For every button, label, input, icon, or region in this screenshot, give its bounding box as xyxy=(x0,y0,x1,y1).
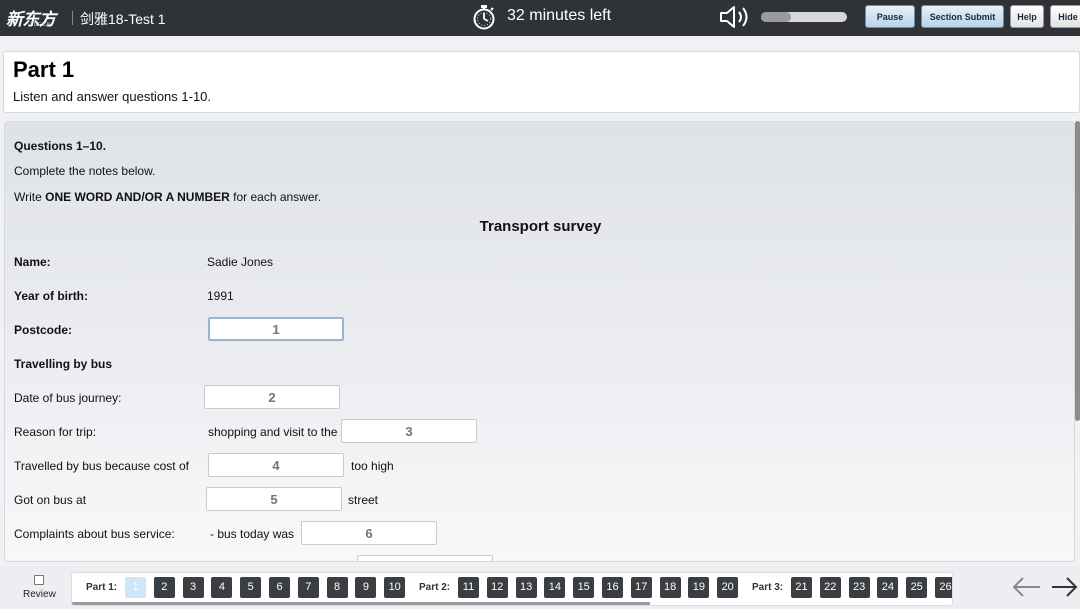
panel-scrollbar[interactable] xyxy=(1075,121,1080,421)
question-nav-button-12[interactable]: 12 xyxy=(486,577,508,598)
question-nav-button-16[interactable]: 16 xyxy=(602,577,623,598)
question-nav-button-25[interactable]: 25 xyxy=(906,577,928,598)
part-header: Part 1 Listen and answer questions 1-10. xyxy=(3,51,1080,113)
question-nav-button-13[interactable]: 13 xyxy=(515,577,537,598)
postcode-label: Postcode: xyxy=(14,323,73,337)
speaker-icon[interactable] xyxy=(718,3,752,31)
section-submit-button[interactable]: Section Submit xyxy=(921,5,1004,28)
question-nav-button-24[interactable]: 24 xyxy=(877,577,899,598)
part-instruction: Listen and answer questions 1-10. xyxy=(13,89,212,104)
timer-text: 32 minutes left xyxy=(507,7,612,24)
review-label: Review xyxy=(23,589,56,600)
question-nav-button-3[interactable]: 3 xyxy=(182,577,204,598)
arrow-right-icon[interactable] xyxy=(1050,572,1080,602)
navigator-scroll-indicator[interactable] xyxy=(72,602,650,605)
question-nav-button-9[interactable]: 9 xyxy=(355,577,377,598)
bus-date-label: Date of bus journey: xyxy=(14,391,122,405)
part-title: Part 1 xyxy=(13,57,75,82)
question-nav-button-17[interactable]: 17 xyxy=(630,577,652,598)
help-button[interactable]: Help xyxy=(1010,5,1044,28)
travel-cost-label: Travelled by bus because cost of xyxy=(14,459,189,473)
boarding-suffix: street xyxy=(348,493,379,507)
question-nav-button-11[interactable]: 11 xyxy=(458,577,479,598)
answer-input-4[interactable] xyxy=(208,453,344,477)
name-label: Name: xyxy=(14,255,51,269)
question-nav-button-5[interactable]: 5 xyxy=(240,577,262,598)
divider xyxy=(72,11,73,25)
answer-input-partial[interactable] xyxy=(357,555,493,561)
answer-input-1[interactable] xyxy=(208,317,344,341)
question-nav-button-6[interactable]: 6 xyxy=(269,577,290,598)
logo-subtext: XDF.CN xyxy=(30,22,52,28)
question-nav-button-26[interactable]: 26 xyxy=(935,577,952,598)
part1-nav-label: Part 1: xyxy=(86,582,118,593)
instruction-complete-notes: Complete the notes below. xyxy=(14,164,156,178)
question-nav-button-22[interactable]: 22 xyxy=(819,577,841,598)
complaints-text: - bus today was xyxy=(210,527,295,541)
question-nav-button-4[interactable]: 4 xyxy=(211,577,233,598)
trip-reason-label: Reason for trip: xyxy=(14,425,97,439)
question-nav-button-15[interactable]: 15 xyxy=(573,577,595,598)
question-panel: Questions 1–10. Complete the notes below… xyxy=(4,121,1075,562)
instruction-word-limit: Write ONE WORD AND/OR A NUMBER for each … xyxy=(14,190,322,204)
hide-button[interactable]: Hide xyxy=(1050,5,1080,28)
question-nav-button-20[interactable]: 20 xyxy=(717,577,739,598)
pause-button[interactable]: Pause xyxy=(865,5,915,28)
review-checkbox[interactable] xyxy=(34,575,44,585)
part3-nav-label: Part 3: xyxy=(752,582,784,593)
question-nav-button-10[interactable]: 10 xyxy=(384,577,406,598)
survey-title: Transport survey xyxy=(479,218,602,235)
question-nav-button-19[interactable]: 19 xyxy=(688,577,710,598)
answer-input-2[interactable] xyxy=(204,385,340,409)
arrow-left-icon[interactable] xyxy=(1008,572,1044,602)
question-nav-button-1[interactable]: 1 xyxy=(125,577,146,598)
trip-reason-text: shopping and visit to the xyxy=(208,425,338,439)
volume-slider[interactable] xyxy=(761,12,847,22)
question-nav-button-7[interactable]: 7 xyxy=(297,577,319,598)
birth-year-value: 1991 xyxy=(207,289,234,303)
question-nav-button-21[interactable]: 21 xyxy=(791,577,812,598)
travel-cost-suffix: too high xyxy=(351,459,394,473)
question-navigator: Part 1: Part 2: Part 3: 1 2 3 4 5 6 7 8 9 10 11 12 1… xyxy=(71,572,953,606)
birth-year-label: Year of birth: xyxy=(14,289,89,303)
complaints-label: Complaints about bus service: xyxy=(14,527,175,541)
answer-input-3[interactable] xyxy=(341,419,477,443)
question-nav-button-23[interactable]: 23 xyxy=(848,577,870,598)
volume-slider-fill xyxy=(761,12,792,22)
answer-input-5[interactable] xyxy=(206,487,342,511)
stopwatch-icon xyxy=(473,5,495,30)
bus-section-heading: Travelling by bus xyxy=(14,357,113,371)
questions-heading: Questions 1–10. xyxy=(14,139,107,153)
part2-nav-label: Part 2: xyxy=(419,582,451,593)
boarding-label: Got on bus at xyxy=(14,493,87,507)
question-nav-button-2[interactable]: 2 xyxy=(153,577,175,598)
question-nav-button-8[interactable]: 8 xyxy=(326,577,348,598)
question-nav-button-18[interactable]: 18 xyxy=(659,577,681,598)
top-bar: 新东方 XDF.CN 剑雅18-Test 1 32 minutes left P… xyxy=(0,0,1080,36)
bottom-navigation: Review Part 1: Part 2: Part 3: 123456789… xyxy=(0,566,1080,609)
answer-input-6[interactable] xyxy=(301,521,437,545)
test-title: 剑雅18-Test 1 xyxy=(80,11,166,27)
question-nav-button-14[interactable]: 14 xyxy=(544,577,566,598)
name-value: Sadie Jones xyxy=(207,255,274,269)
